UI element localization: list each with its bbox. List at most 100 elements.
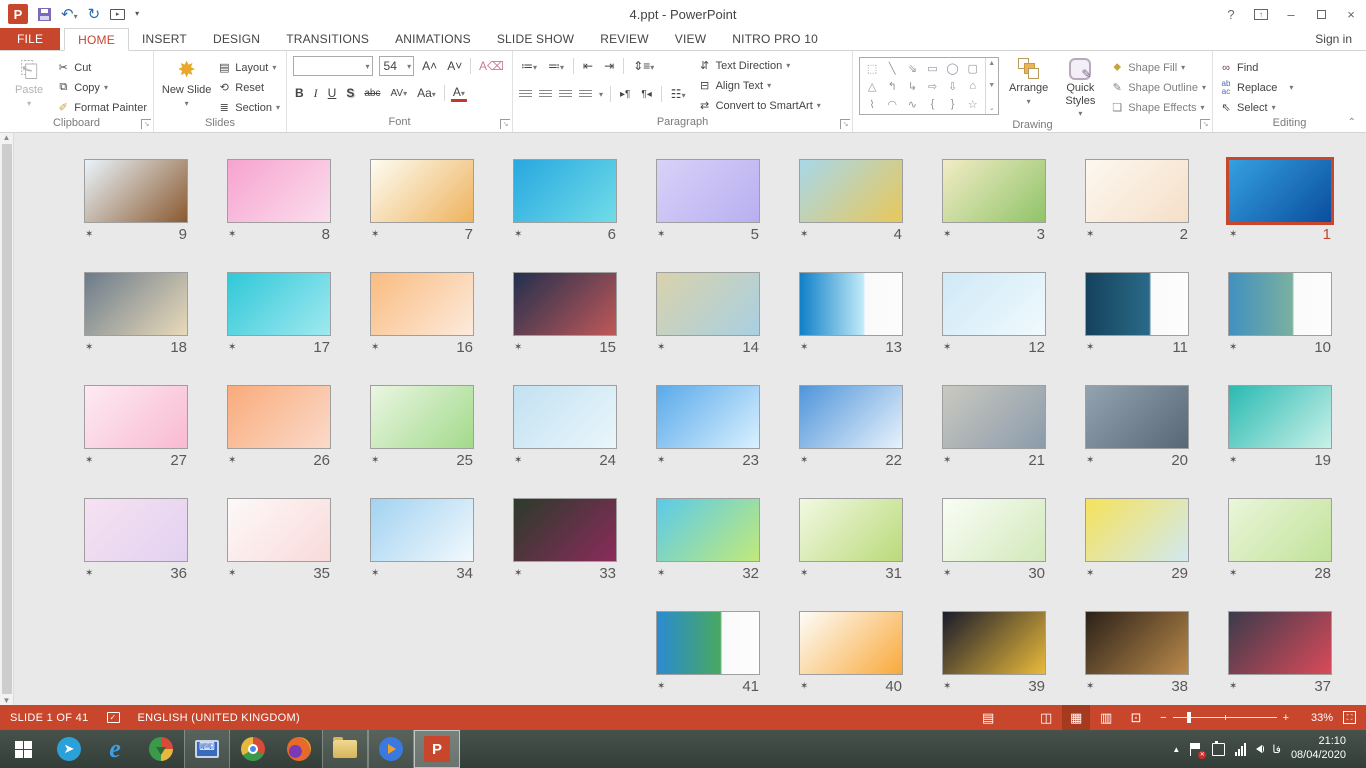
tab-insert[interactable]: INSERT [129, 28, 200, 50]
tab-animations[interactable]: ANIMATIONS [382, 28, 484, 50]
taskbar-media-player[interactable] [368, 730, 414, 768]
slide-thumbnail-27[interactable] [84, 385, 188, 449]
zoom-in-button[interactable]: + [1283, 712, 1289, 724]
slide-thumbnail-28[interactable] [1228, 498, 1332, 562]
collapse-ribbon-button[interactable]: ⌃ [1348, 117, 1356, 128]
taskbar-file-explorer[interactable] [322, 730, 368, 768]
align-center-button[interactable] [539, 90, 552, 99]
find-button[interactable]: ∞Find [1219, 59, 1293, 76]
sign-in-link[interactable]: Sign in [1315, 28, 1366, 50]
slide-thumbnail-37[interactable] [1228, 611, 1332, 675]
slide-thumbnail-18[interactable] [84, 272, 188, 336]
ribbon-display-options-button[interactable]: ↑ [1246, 1, 1276, 27]
minimize-button[interactable]: – [1276, 1, 1306, 27]
slide-thumbnail-25[interactable] [370, 385, 474, 449]
increase-indent-button[interactable]: ⇥ [602, 59, 616, 73]
italic-button[interactable]: I [312, 86, 320, 101]
paste-button[interactable]: ⎗ Paste▾ [6, 55, 52, 116]
replace-button[interactable]: abacReplace▾ [1219, 79, 1293, 96]
tab-review[interactable]: REVIEW [587, 28, 662, 50]
slide-thumbnail-12[interactable] [942, 272, 1046, 336]
network-signal-icon[interactable] [1235, 743, 1246, 756]
battery-icon[interactable] [1212, 743, 1225, 756]
slide-thumbnail-17[interactable] [227, 272, 331, 336]
zoom-slider-thumb[interactable] [1187, 712, 1191, 723]
slide-thumbnail-5[interactable] [656, 159, 760, 223]
slide-thumbnail-4[interactable] [799, 159, 903, 223]
taskbar-idm[interactable] [138, 730, 184, 768]
shape-icon[interactable]: ▢ [967, 62, 977, 75]
decrease-indent-button[interactable]: ⇤ [581, 59, 595, 73]
align-left-button[interactable] [519, 90, 532, 99]
zoom-slider[interactable] [1173, 717, 1277, 718]
slide-thumbnail-13[interactable] [799, 272, 903, 336]
text-direction-button[interactable]: ⇵Text Direction▾ [698, 57, 821, 74]
slide-thumbnail-26[interactable] [227, 385, 331, 449]
slide-thumbnail-2[interactable] [1085, 159, 1189, 223]
shape-icon[interactable]: ⌂ [969, 80, 976, 92]
shape-icon[interactable]: { [931, 98, 935, 110]
arrange-button[interactable]: Arrange▾ [1007, 55, 1051, 118]
text-shadow-button[interactable]: S [344, 86, 356, 100]
taskbar-remote-keyboard[interactable] [184, 730, 230, 768]
zoom-out-button[interactable]: − [1160, 712, 1166, 724]
clipboard-dialog-launcher[interactable]: ↘ [141, 119, 151, 129]
slide-thumbnail-24[interactable] [513, 385, 617, 449]
tab-view[interactable]: VIEW [662, 28, 719, 50]
new-slide-button[interactable]: ✸ New Slide▾ [160, 55, 213, 116]
slide-thumbnail-22[interactable] [799, 385, 903, 449]
tab-home[interactable]: HOME [64, 28, 129, 51]
slide-thumbnail-29[interactable] [1085, 498, 1189, 562]
action-center-flag-icon[interactable] [1190, 743, 1202, 756]
underline-button[interactable]: U [326, 86, 339, 100]
slide-thumbnail-21[interactable] [942, 385, 1046, 449]
align-text-button[interactable]: ⊟Align Text▾ [698, 77, 821, 94]
taskbar-powerpoint[interactable]: P [414, 730, 460, 768]
change-case-button[interactable]: Aa▾ [415, 86, 438, 100]
numbering-button[interactable]: ≕▾ [546, 59, 566, 73]
shape-icon[interactable]: } [951, 98, 955, 110]
shape-icon[interactable]: ◠ [887, 98, 897, 111]
font-color-button[interactable]: A▾ [451, 85, 467, 102]
justify-button[interactable] [579, 90, 592, 99]
shape-icon[interactable]: ↳ [908, 80, 917, 93]
convert-to-smartart-button[interactable]: ⇄Convert to SmartArt▾ [698, 97, 821, 114]
select-button[interactable]: ⇖Select▾ [1219, 99, 1293, 116]
shape-outline-button[interactable]: ✎Shape Outline▾ [1110, 79, 1206, 96]
undo-button[interactable]: ↶▾ [61, 7, 78, 22]
slide-thumbnail-8[interactable] [227, 159, 331, 223]
strikethrough-button[interactable]: abc [362, 88, 382, 99]
shape-icon[interactable]: ⬚ [867, 62, 877, 75]
powerpoint-logo-icon[interactable]: P [8, 4, 28, 24]
slide-thumbnail-35[interactable] [227, 498, 331, 562]
start-button[interactable] [0, 730, 46, 768]
tab-file[interactable]: FILE [0, 28, 60, 50]
spell-check-icon[interactable]: ✓ [107, 712, 120, 723]
language-indicator[interactable]: فا [1272, 743, 1281, 756]
scrollbar-thumb[interactable] [2, 144, 12, 694]
reset-button[interactable]: ⟲Reset [217, 79, 280, 96]
slide-thumbnail-3[interactable] [942, 159, 1046, 223]
slide-thumbnail-14[interactable] [656, 272, 760, 336]
bullets-button[interactable]: ≔▾ [519, 59, 539, 73]
shape-icon[interactable]: ⇨ [928, 80, 937, 93]
drawing-dialog-launcher[interactable]: ↘ [1200, 119, 1210, 129]
tab-slide-show[interactable]: SLIDE SHOW [484, 28, 587, 50]
paragraph-dialog-launcher[interactable]: ↘ [840, 119, 850, 129]
line-spacing-button[interactable]: ⇕≡▾ [631, 59, 656, 73]
scroll-up-arrow[interactable]: ▲ [3, 133, 11, 142]
shape-fill-button[interactable]: ⬥Shape Fill▾ [1110, 59, 1206, 76]
shape-icon[interactable]: ⇘ [908, 62, 917, 75]
slide-thumbnail-1[interactable] [1228, 159, 1332, 223]
slide-thumbnail-15[interactable] [513, 272, 617, 336]
notes-button[interactable]: ▤ [974, 705, 1002, 730]
hidden-icons-arrow[interactable]: ▲ [1172, 745, 1180, 754]
section-button[interactable]: ≣Section▾ [217, 99, 280, 116]
slide-thumbnail-7[interactable] [370, 159, 474, 223]
slide-sorter-view-button[interactable]: ▦ [1062, 705, 1090, 730]
volume-icon[interactable] [1256, 745, 1262, 753]
shape-icon[interactable]: ∿ [908, 98, 917, 111]
shapes-gallery-scrollbar[interactable]: ▲▼⌄ [985, 58, 998, 114]
reading-view-button[interactable]: ▥ [1092, 705, 1120, 730]
slide-thumbnail-32[interactable] [656, 498, 760, 562]
